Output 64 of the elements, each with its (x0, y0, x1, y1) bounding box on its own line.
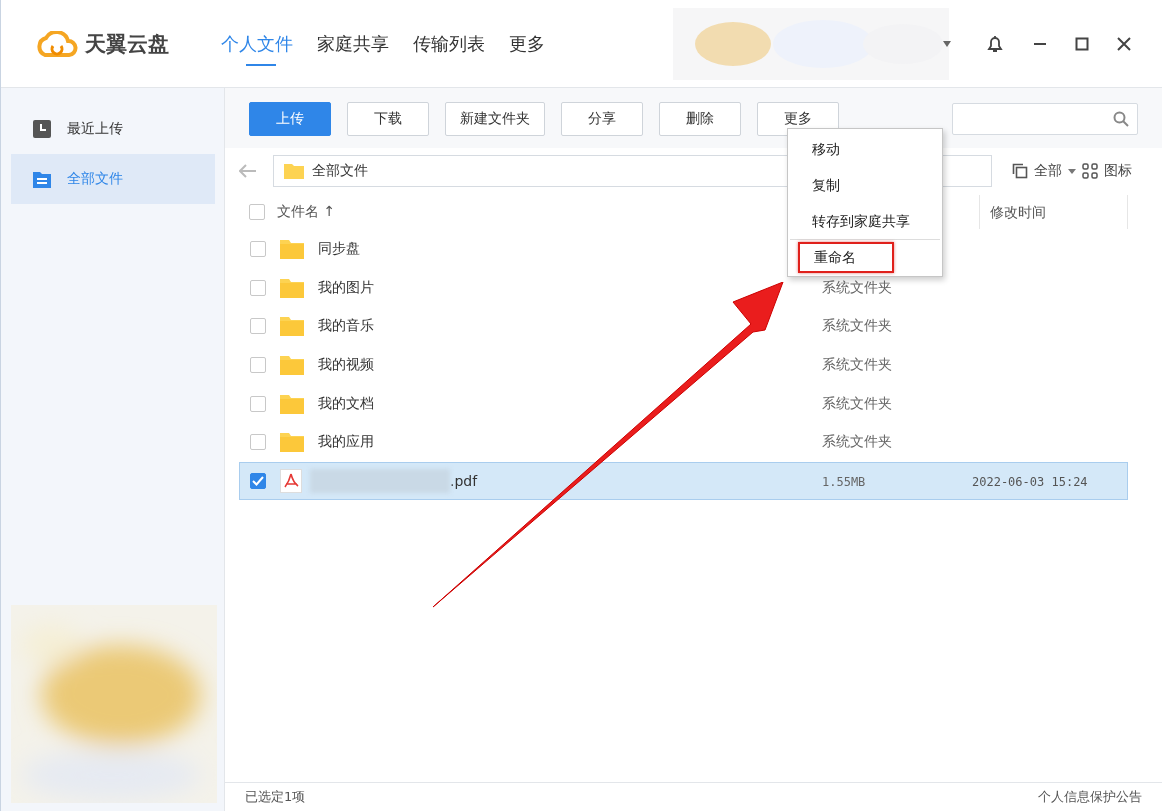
column-header[interactable]: 修改时间 (979, 195, 1128, 229)
column-header[interactable]: 文件名 ↑ (277, 203, 336, 221)
file-name[interactable]: 我的音乐 (318, 317, 374, 336)
clock-icon (33, 120, 51, 138)
file-info: 系统文件夹 (822, 356, 892, 373)
folder-icon (280, 393, 304, 414)
toolbar-button[interactable]: 新建文件夹 (445, 102, 545, 136)
menu-item[interactable]: 转存到家庭共享 (788, 203, 942, 239)
nav-tab[interactable]: 更多 (509, 21, 545, 66)
file-info: 系统文件夹 (822, 394, 892, 411)
pdf-icon (280, 468, 302, 493)
file-name[interactable]: 我的文档 (318, 394, 374, 413)
nav-tab[interactable]: 传输列表 (413, 21, 485, 66)
modified-time: 2022-06-03 15:24 (972, 474, 1088, 489)
toolbar-button[interactable]: 下载 (347, 102, 429, 136)
bell-icon[interactable] (985, 33, 1005, 54)
close-icon[interactable] (1117, 36, 1131, 51)
file-name[interactable]: .pdf (450, 472, 478, 489)
folder-icon (280, 316, 304, 337)
nav-tab[interactable]: 家庭共享 (317, 21, 389, 66)
checkbox[interactable] (250, 241, 266, 258)
cloud-logo-icon (35, 30, 79, 57)
file-name[interactable]: 同步盘 (318, 240, 360, 259)
caret-icon[interactable] (943, 40, 951, 47)
filter-dropdown[interactable]: 全部 (1034, 162, 1062, 180)
privacy-link[interactable]: 个人信息保护公告 (1038, 788, 1142, 806)
file-list-icon (33, 170, 51, 188)
menu-item[interactable]: 重命名 (798, 242, 894, 273)
file-info: 1.55MB (822, 474, 866, 489)
file-name[interactable]: 我的图片 (318, 278, 374, 297)
folder-icon (280, 277, 304, 298)
folder-icon (280, 239, 304, 260)
caret-icon (1068, 168, 1076, 174)
maximize-icon[interactable] (1075, 36, 1089, 51)
checkbox[interactable] (250, 434, 266, 451)
path-text: 全部文件 (312, 162, 368, 180)
selected-row[interactable]: .pdf 1.55MB 2022-06-03 15:24 (239, 461, 1128, 501)
checkbox[interactable] (250, 279, 266, 296)
toolbar-button[interactable]: 删除 (659, 102, 741, 136)
folder-icon (280, 432, 304, 453)
grid-icon (1082, 163, 1098, 179)
app-name: 天翼云盘 (85, 30, 169, 58)
checkbox[interactable] (250, 395, 266, 412)
view-mode-button[interactable]: 图标 (1104, 162, 1132, 180)
file-name[interactable]: 我的视频 (318, 356, 374, 375)
nav-tab[interactable]: 个人文件 (221, 21, 293, 66)
file-info: 系统文件夹 (822, 278, 892, 295)
selection-status: 已选定1项 (245, 788, 306, 806)
back-arrow-icon[interactable] (239, 164, 257, 178)
file-info: 系统文件夹 (822, 433, 892, 450)
sidebar-item[interactable]: 最近上传 (11, 104, 215, 154)
checkbox[interactable] (249, 204, 265, 220)
checkbox[interactable] (250, 318, 266, 335)
file-info: 系统文件夹 (822, 317, 892, 334)
file-name[interactable]: 我的应用 (318, 433, 374, 452)
copy-icon (1012, 163, 1028, 179)
toolbar-button[interactable]: 上传 (249, 102, 331, 136)
search-field[interactable] (952, 103, 1138, 135)
checkbox[interactable] (250, 472, 266, 489)
toolbar-button[interactable]: 分享 (561, 102, 643, 136)
folder-icon (284, 163, 304, 179)
folder-icon (280, 355, 304, 376)
checkbox[interactable] (250, 357, 266, 374)
search-icon (1113, 111, 1129, 127)
